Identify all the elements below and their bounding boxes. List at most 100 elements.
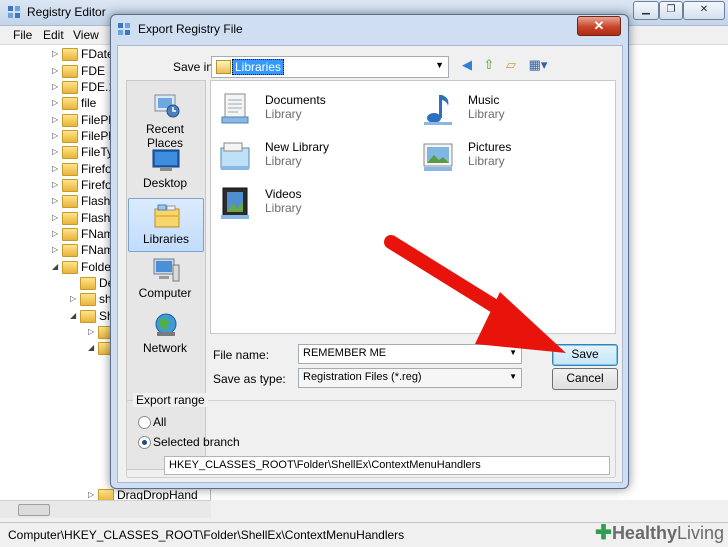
place-recent-places[interactable]: Recent Places — [128, 89, 202, 150]
tree-horizontal-scrollbar[interactable] — [0, 500, 211, 518]
music-library-icon — [424, 95, 452, 125]
menu-file[interactable]: File — [13, 28, 32, 42]
folder-icon — [62, 195, 78, 208]
expand-icon[interactable]: ▷ — [52, 49, 60, 58]
place-libraries[interactable]: Libraries — [128, 198, 204, 252]
folder-icon — [62, 48, 78, 61]
new-library-icon — [220, 142, 250, 170]
export-range-group: Export range All Selected branch HKEY_CL… — [126, 393, 616, 478]
collapse-icon[interactable]: ◢ — [88, 343, 96, 352]
list-item-pictures[interactable]: Pictures Library — [420, 136, 610, 180]
radio-selected-branch[interactable] — [138, 436, 151, 449]
folder-icon — [62, 261, 78, 274]
folder-icon — [62, 65, 78, 78]
file-name-input[interactable]: REMEMBER ME ▼ — [298, 344, 522, 364]
cancel-button[interactable]: Cancel — [552, 368, 618, 390]
new-folder-icon[interactable]: ▱ — [502, 56, 520, 74]
save-in-value: Libraries — [232, 59, 285, 75]
dialog-body: Save in: Libraries ▼ ◀ ⇧ ▱ ▦▾ Recent Pla… — [117, 45, 623, 483]
folder-icon — [80, 310, 96, 323]
folder-icon — [62, 244, 78, 257]
save-in-dropdown[interactable]: Libraries ▼ — [211, 56, 449, 78]
dialog-title: Export Registry File — [138, 22, 243, 36]
list-item-documents[interactable]: Documents Library — [217, 89, 407, 133]
collapse-icon[interactable]: ◢ — [70, 311, 78, 320]
place-desktop[interactable]: Desktop — [128, 143, 202, 195]
pictures-library-icon — [423, 143, 453, 171]
folder-icon — [62, 179, 78, 192]
computer-icon — [153, 258, 180, 282]
file-list[interactable]: Documents Library Music Library New Libr… — [210, 80, 616, 334]
menu-edit[interactable]: Edit — [43, 28, 64, 42]
chevron-down-icon[interactable]: ▼ — [509, 348, 517, 357]
menu-view[interactable]: View — [73, 28, 99, 42]
place-network[interactable]: Network — [128, 308, 202, 360]
videos-library-icon — [221, 187, 249, 219]
expand-icon[interactable]: ▷ — [88, 327, 96, 336]
dialog-close-button[interactable]: ✕ — [577, 16, 621, 36]
list-item-new-library[interactable]: New Library Library — [217, 136, 407, 180]
export-range-legend: Export range — [133, 393, 208, 407]
registry-editor-icon — [118, 23, 130, 35]
scrollbar-thumb[interactable] — [18, 504, 50, 516]
desktop-icon — [152, 149, 180, 171]
folder-icon — [62, 146, 78, 159]
expand-icon[interactable]: ▷ — [52, 82, 60, 91]
expand-icon[interactable]: ▷ — [52, 245, 60, 254]
folder-icon — [98, 489, 114, 500]
folder-icon — [62, 114, 78, 127]
file-name-label: File name: — [213, 348, 270, 362]
list-item-videos[interactable]: Videos Library — [217, 183, 407, 227]
status-path: Computer\HKEY_CLASSES_ROOT\Folder\ShellE… — [8, 528, 405, 542]
dialog-titlebar[interactable]: Export Registry File ✕ — [111, 15, 628, 43]
expand-icon[interactable]: ▷ — [52, 131, 60, 140]
folder-icon — [80, 293, 96, 306]
expand-icon[interactable]: ▷ — [88, 490, 96, 499]
radio-all[interactable] — [138, 416, 151, 429]
back-icon[interactable]: ◀ — [458, 56, 476, 74]
expand-icon[interactable]: ▷ — [52, 66, 60, 75]
expand-icon[interactable]: ▷ — [52, 196, 60, 205]
expand-icon[interactable]: ▷ — [52, 147, 60, 156]
save-in-label: Save in: — [173, 60, 217, 74]
network-icon — [155, 313, 177, 336]
registry-editor-icon — [8, 6, 20, 18]
folder-icon — [62, 81, 78, 94]
collapse-icon[interactable]: ◢ — [52, 262, 60, 271]
folder-icon — [62, 130, 78, 143]
radio-all-label[interactable]: All — [153, 415, 166, 429]
folder-icon — [62, 163, 78, 176]
expand-icon[interactable]: ▷ — [52, 229, 60, 238]
save-as-type-label: Save as type: — [213, 372, 286, 386]
folder-icon — [62, 228, 78, 241]
documents-library-icon — [221, 93, 249, 124]
expand-icon[interactable]: ▷ — [52, 164, 60, 173]
libraries-icon — [154, 204, 180, 228]
expand-icon[interactable]: ▷ — [52, 180, 60, 189]
libraries-icon — [216, 60, 231, 74]
folder-icon — [80, 277, 96, 290]
save-button[interactable]: Save — [552, 344, 618, 366]
up-folder-icon[interactable]: ⇧ — [480, 56, 498, 74]
cross-icon: ✚ — [595, 522, 612, 544]
minimize-button[interactable]: ▁ — [633, 1, 659, 20]
place-computer[interactable]: Computer — [128, 253, 202, 305]
expand-icon[interactable]: ▷ — [52, 115, 60, 124]
export-registry-dialog: Export Registry File ✕ Save in: Librarie… — [110, 14, 629, 489]
selected-branch-input[interactable]: HKEY_CLASSES_ROOT\Folder\ShellEx\Context… — [164, 456, 610, 475]
folder-icon — [62, 212, 78, 225]
expand-icon[interactable]: ▷ — [52, 98, 60, 107]
expand-icon[interactable]: ▷ — [70, 294, 78, 303]
watermark: ✚HealthyLiving — [595, 522, 724, 544]
chevron-down-icon[interactable]: ▼ — [435, 60, 444, 70]
regedit-close-button[interactable]: ✕ — [683, 1, 725, 20]
view-menu-icon[interactable]: ▦▾ — [524, 56, 552, 74]
expand-icon[interactable]: ▷ — [52, 213, 60, 222]
save-as-type-dropdown[interactable]: Registration Files (*.reg) ▼ — [298, 368, 522, 388]
restore-button[interactable]: ❐ — [659, 1, 683, 20]
registry-editor-title: Registry Editor — [27, 5, 106, 19]
radio-selected-branch-label[interactable]: Selected branch — [153, 435, 240, 449]
list-item-music[interactable]: Music Library — [420, 89, 610, 133]
chevron-down-icon[interactable]: ▼ — [509, 372, 517, 381]
recent-places-icon — [154, 94, 180, 118]
